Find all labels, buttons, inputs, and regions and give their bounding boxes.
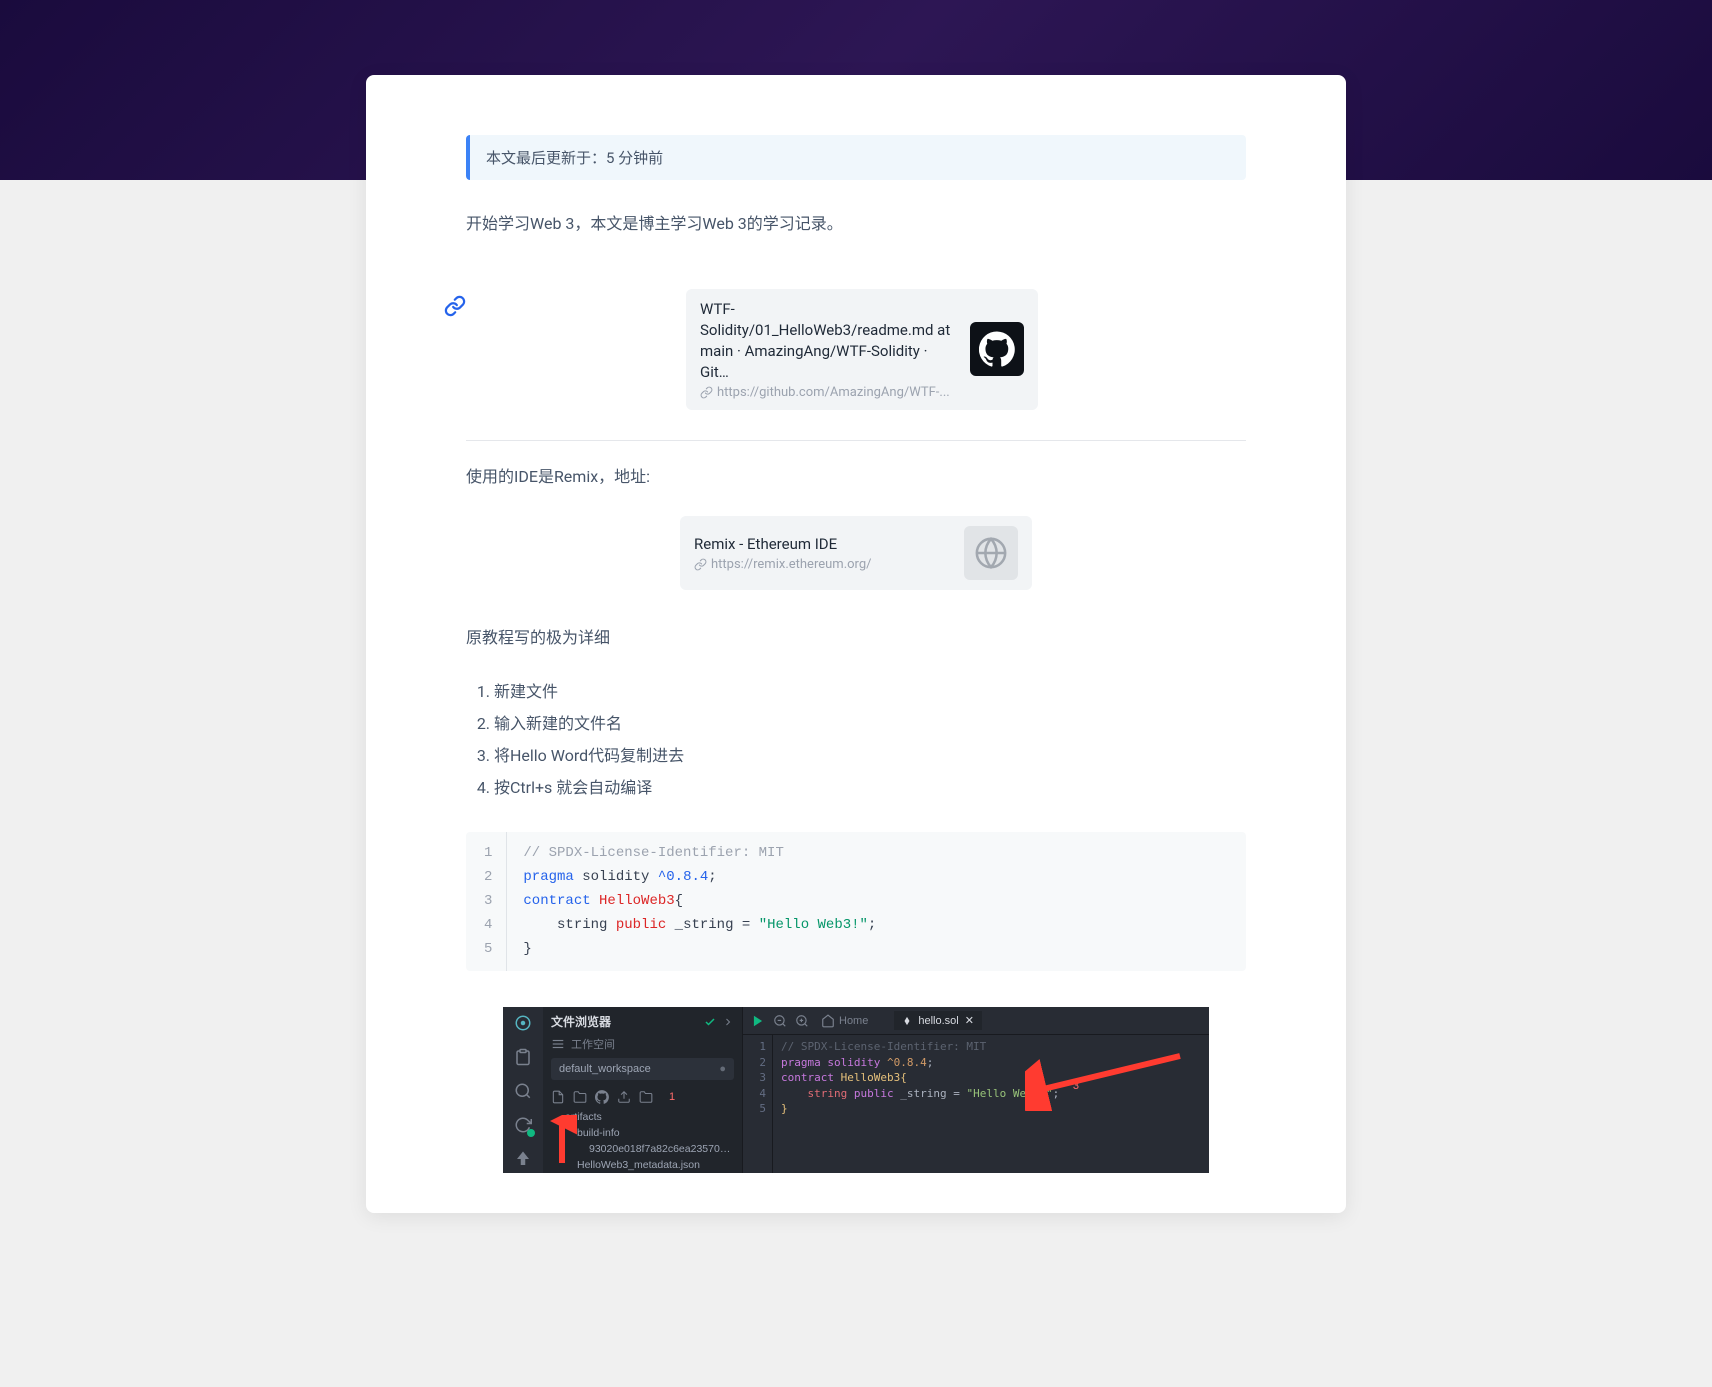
link-icon [444, 295, 466, 321]
deploy-icon[interactable] [513, 1149, 533, 1169]
globe-icon [964, 526, 1018, 580]
detail-paragraph: 原教程写的极为详细 [466, 624, 1246, 653]
remix-logo-icon[interactable] [513, 1013, 533, 1033]
zoom-out-icon[interactable] [773, 1014, 787, 1028]
step-1: 新建文件 [494, 676, 1246, 708]
steps-list: 新建文件 输入新建的文件名 将Hello Word代码复制进去 按Ctrl+s … [494, 676, 1246, 804]
editor-gutter: 1 2 3 4 5 [743, 1035, 773, 1173]
file-explorer-icon[interactable] [513, 1047, 533, 1067]
update-note: 本文最后更新于：5 分钟前 [466, 135, 1246, 180]
editor-code: // SPDX-License-Identifier: MIT pragma s… [773, 1035, 1067, 1173]
tree-buildinfo[interactable]: build-info [551, 1126, 734, 1142]
close-tab-icon[interactable]: ✕ [965, 1014, 974, 1027]
step-3: 将Hello Word代码复制进去 [494, 740, 1246, 772]
workspace-name: default_workspace [559, 1063, 651, 1075]
play-icon[interactable] [751, 1014, 765, 1028]
select-indicator: ● [719, 1063, 726, 1075]
workspace-label: 工作空间 [571, 1036, 615, 1052]
github-link-card[interactable]: WTF-Solidity/01_HelloWeb3/readme.md at m… [686, 289, 1038, 410]
step-4: 按Ctrl+s 就会自动编译 [494, 772, 1246, 804]
link-section-2: Remix - Ethereum IDE https://remix.ether… [466, 516, 1246, 590]
remix-link-url: https://remix.ethereum.org/ [711, 557, 871, 572]
page-wrap: 本文最后更新于：5 分钟前 开始学习Web 3，本文是博主学习Web 3的学习记… [0, 75, 1712, 1253]
link-section-1: WTF-Solidity/01_HelloWeb3/readme.md at m… [466, 289, 1246, 410]
load-icon[interactable] [639, 1090, 653, 1104]
new-file-icon[interactable] [551, 1090, 565, 1104]
new-folder-icon[interactable] [573, 1090, 587, 1104]
upload-icon[interactable] [617, 1090, 631, 1104]
home-tab[interactable]: Home [817, 1012, 872, 1030]
code-block: 1 2 3 4 5 // SPDX-License-Identifier: MI… [466, 832, 1246, 971]
tree-metadata[interactable]: HelloWeb3_metadata.json [551, 1158, 734, 1174]
step-2: 输入新建的文件名 [494, 708, 1246, 740]
divider [466, 440, 1246, 441]
article-card: 本文最后更新于：5 分钟前 开始学习Web 3，本文是博主学习Web 3的学习记… [366, 75, 1346, 1213]
check-icon[interactable] [704, 1016, 716, 1028]
workspace-select[interactable]: default_workspace ● [551, 1058, 734, 1080]
github-icon [970, 322, 1024, 376]
github-link-url: https://github.com/AmazingAng/WTF-... [717, 385, 950, 400]
hamburger-icon[interactable] [551, 1037, 565, 1051]
update-note-text: 本文最后更新于：5 分钟前 [486, 149, 663, 167]
intro-paragraph: 开始学习Web 3，本文是博主学习Web 3的学习记录。 [466, 210, 1246, 239]
ide-editor[interactable]: 1 2 3 4 5 // SPDX-License-Identifier: MI… [743, 1035, 1209, 1173]
solidity-file-icon [902, 1016, 912, 1026]
file-explorer-title: 文件浏览器 [551, 1013, 611, 1030]
file-toolbar: 1 [543, 1088, 742, 1110]
ide-activity-bar [503, 1007, 543, 1173]
ide-topbar: Home hello.sol ✕ [743, 1007, 1209, 1035]
ide-sidebar: 文件浏览器 工作空间 default_workspace ● [543, 1007, 743, 1173]
tree-hash[interactable]: 93020e018f7a82c6ea23570e5ef3fa40.j... [551, 1142, 734, 1158]
github-sm-icon[interactable] [595, 1090, 609, 1104]
zoom-in-icon[interactable] [795, 1014, 809, 1028]
github-link-title: WTF-Solidity/01_HelloWeb3/readme.md at m… [700, 299, 956, 383]
ide-intro-paragraph: 使用的IDE是Remix，地址: [466, 463, 1246, 492]
remix-link-title: Remix - Ethereum IDE [694, 534, 950, 555]
chevron-right-icon[interactable] [722, 1016, 734, 1028]
editor-tab-hello[interactable]: hello.sol ✕ [894, 1011, 982, 1030]
ide-sidebar-header: 文件浏览器 [543, 1007, 742, 1034]
ide-screenshot-wrap: 文件浏览器 工作空间 default_workspace ● [466, 1007, 1246, 1173]
search-icon[interactable] [513, 1081, 533, 1101]
file-tree: artifacts build-info 93020e018f7a82c6ea2… [543, 1110, 742, 1173]
annotation-3: 3 [1073, 1079, 1079, 1094]
remix-link-card[interactable]: Remix - Ethereum IDE https://remix.ether… [680, 516, 1032, 590]
remix-ide: 文件浏览器 工作空间 default_workspace ● [503, 1007, 1209, 1173]
code-gutter: 1 2 3 4 5 [466, 832, 507, 971]
code-content: // SPDX-License-Identifier: MIT pragma s… [507, 832, 892, 971]
workspace-row: 工作空间 [543, 1034, 742, 1058]
ide-main: Home hello.sol ✕ 1 2 3 4 [743, 1007, 1209, 1173]
annotation-1: 1 [669, 1091, 675, 1103]
compile-icon[interactable] [513, 1115, 533, 1135]
tree-artifacts[interactable]: artifacts [551, 1110, 734, 1126]
home-icon [821, 1014, 835, 1028]
